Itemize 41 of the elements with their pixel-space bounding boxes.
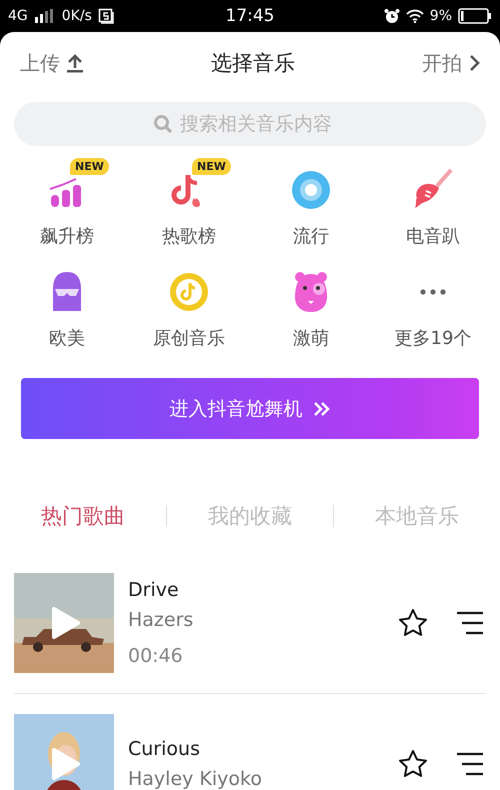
menu-icon[interactable] <box>456 752 484 776</box>
play-icon[interactable] <box>51 606 81 640</box>
category-item[interactable]: NEW 热歌榜 <box>128 154 250 248</box>
menu-icon[interactable] <box>456 611 484 635</box>
new-badge: NEW <box>192 158 231 175</box>
wifi-icon <box>406 9 424 23</box>
category-item[interactable]: 欧美 <box>6 256 128 350</box>
search-icon <box>153 114 173 134</box>
network-speed: 0K/s <box>62 8 92 24</box>
disc-icon <box>291 170 331 210</box>
tab[interactable]: 热门歌曲 <box>0 502 166 530</box>
more-icon <box>420 289 446 295</box>
chevron-right-icon <box>468 54 480 72</box>
song-duration: 00:46 <box>128 645 183 667</box>
search-field[interactable]: 搜索相关音乐内容 <box>14 102 486 146</box>
network-type: 4G <box>8 8 28 24</box>
upload-icon <box>66 53 84 73</box>
battery-percent: 9% <box>430 8 452 24</box>
battery-icon <box>458 8 492 24</box>
music-note-coin-icon <box>169 272 209 312</box>
category-item[interactable]: 电音趴 <box>372 154 494 248</box>
new-badge: NEW <box>70 158 109 175</box>
category-item[interactable]: NEW 飙升榜 <box>6 154 128 248</box>
category-item[interactable]: 原创音乐 <box>128 256 250 350</box>
song-title: Curious <box>128 738 200 760</box>
star-icon[interactable] <box>398 608 428 638</box>
category-item[interactable]: 激萌 <box>250 256 372 350</box>
star-icon[interactable] <box>398 749 428 779</box>
dance-machine-banner[interactable]: 进入抖音尬舞机 <box>21 378 479 439</box>
alarm-icon <box>384 8 400 24</box>
signal-icon <box>34 9 56 23</box>
upload-button[interactable]: 上传 <box>20 50 84 76</box>
clock: 17:45 <box>226 6 274 26</box>
shoot-button[interactable]: 开拍 <box>422 50 480 76</box>
song-title: Drive <box>128 579 179 601</box>
category-item[interactable]: 更多19个 <box>372 256 494 350</box>
notification-icon <box>98 8 114 24</box>
category-item[interactable]: 流行 <box>250 154 372 248</box>
song-artist: Hazers <box>128 609 194 631</box>
song-artist: Hayley Kiyoko <box>128 768 262 790</box>
page-title: 选择音乐 <box>211 50 295 77</box>
